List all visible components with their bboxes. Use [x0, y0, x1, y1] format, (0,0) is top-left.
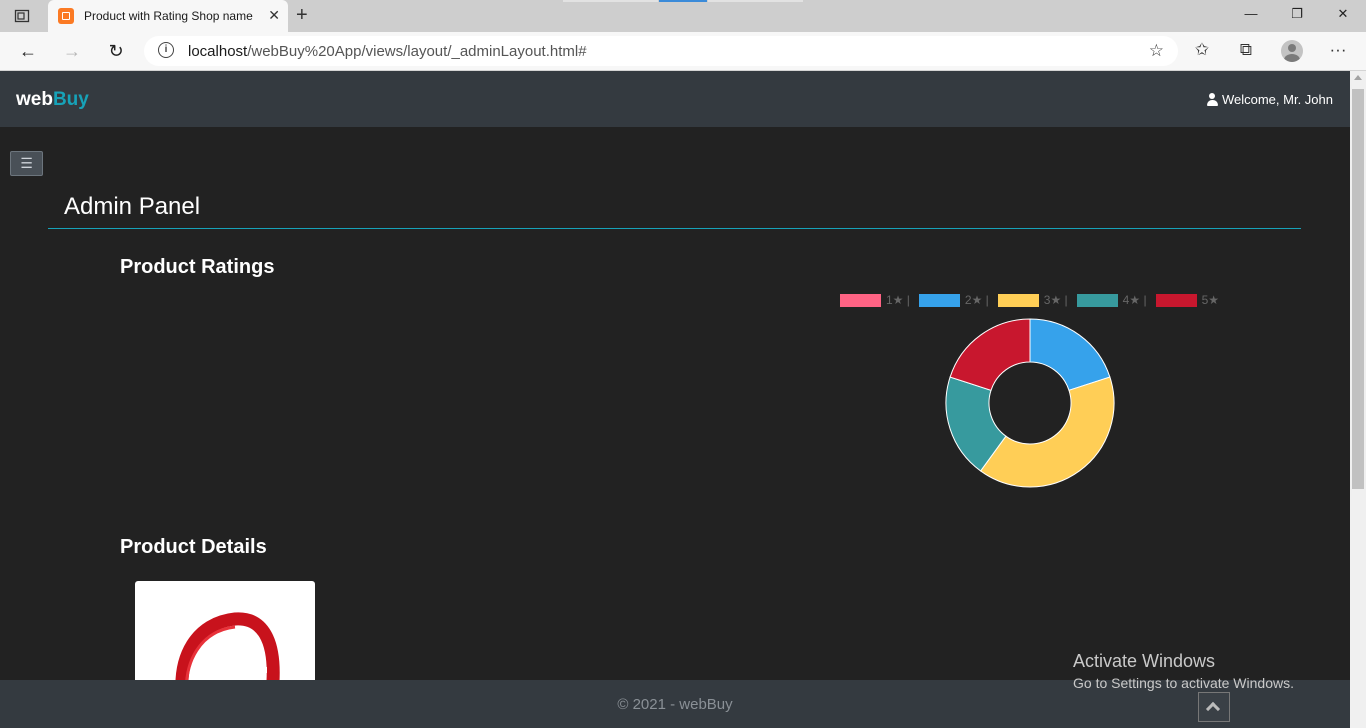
legend-swatch	[1155, 293, 1197, 307]
legend-item[interactable]: 1★ |	[840, 293, 910, 307]
welcome-text: Welcome, Mr. John	[1221, 92, 1333, 107]
url-host: localhost	[188, 43, 248, 60]
profile-avatar-icon[interactable]	[1281, 40, 1303, 62]
tab-close-icon[interactable]: ✕	[268, 7, 280, 23]
legend-label: 2★ |	[964, 293, 989, 307]
copyright-text: © 2021 - webBuy	[617, 696, 733, 713]
hamburger-icon: ☰	[20, 155, 33, 171]
legend-swatch	[840, 293, 881, 307]
welcome-user-link[interactable]: Welcome, Mr. John	[1206, 92, 1333, 107]
web-page: webBuy Welcome, Mr. John ☰ Admin Panel P…	[0, 71, 1350, 728]
back-to-top-button[interactable]	[1198, 692, 1230, 722]
scroll-up-arrow-icon[interactable]	[1354, 75, 1362, 80]
legend-swatch	[918, 293, 960, 307]
legend-label: 1★ |	[886, 293, 910, 307]
refresh-icon[interactable]: ↻	[104, 40, 128, 62]
browser-tab-bar: Product with Rating Shop name ✕ + — ❐ ✕	[0, 0, 1366, 32]
watermark-line-2: Go to Settings to activate Windows.	[1073, 675, 1294, 691]
favorites-icon[interactable]: ✩	[1190, 40, 1214, 60]
more-options-icon[interactable]: ···	[1326, 40, 1350, 60]
brand-logo[interactable]: webBuy	[16, 89, 89, 111]
address-text[interactable]: localhost/webBuy%20App/views/layout/_adm…	[188, 43, 587, 60]
page-title: Admin Panel	[64, 193, 201, 220]
site-info-icon[interactable]: i	[158, 42, 174, 58]
legend-swatch	[997, 293, 1039, 307]
donut-slice[interactable]	[1029, 318, 1111, 391]
window-close-icon[interactable]: ✕	[1320, 6, 1366, 22]
title-divider	[48, 228, 1301, 229]
page-scrollbar[interactable]	[1350, 71, 1366, 728]
url-path: /webBuy%20App/views/layout/_adminLayout.…	[247, 43, 587, 60]
tab-strip-segment	[708, 0, 803, 2]
browser-tab[interactable]: Product with Rating Shop name ✕	[48, 0, 288, 32]
ratings-donut-chart	[945, 318, 1115, 488]
brand-main: web	[16, 89, 53, 110]
windows-activation-watermark: Activate Windows Go to Settings to activ…	[1073, 651, 1294, 691]
address-bar[interactable]: i localhost/webBuy%20App/views/layout/_a…	[144, 36, 1178, 66]
brand-accent: Buy	[52, 89, 89, 110]
restore-icon[interactable]: ❐	[1274, 6, 1320, 22]
chart-legend: 1★ | 2★ | 3★ | 4★ | 5★	[840, 293, 1228, 307]
collections-icon[interactable]: ⧉	[1234, 40, 1258, 60]
tab-strip-segment	[563, 0, 658, 2]
new-tab-icon[interactable]: +	[296, 5, 308, 25]
tab-strip-segment-active	[659, 0, 707, 2]
legend-label: 3★ |	[1043, 293, 1068, 307]
legend-item[interactable]: 4★ |	[1076, 293, 1147, 307]
xampp-favicon-icon	[58, 8, 74, 24]
browser-toolbar: ← → ↻ i localhost/webBuy%20App/views/lay…	[0, 32, 1366, 71]
legend-item[interactable]: 3★ |	[997, 293, 1068, 307]
tab-title: Product with Rating Shop name	[84, 9, 253, 23]
tab-actions-icon[interactable]	[14, 8, 30, 24]
minimize-icon[interactable]: —	[1228, 6, 1274, 21]
legend-label: 4★ |	[1122, 293, 1147, 307]
donut-slice[interactable]	[949, 318, 1031, 391]
legend-label: 5★	[1201, 293, 1219, 307]
legend-item[interactable]: 2★ |	[918, 293, 989, 307]
watermark-line-1: Activate Windows	[1073, 651, 1216, 671]
legend-swatch	[1076, 293, 1118, 307]
sidebar-toggle-button[interactable]: ☰	[10, 151, 43, 176]
legend-item[interactable]: 5★	[1155, 293, 1219, 307]
user-icon	[1206, 93, 1218, 106]
product-ratings-heading: Product Ratings	[120, 256, 275, 278]
back-arrow-icon[interactable]: ←	[16, 40, 40, 62]
scrollbar-thumb[interactable]	[1352, 89, 1364, 489]
site-navbar: webBuy Welcome, Mr. John	[0, 71, 1350, 127]
add-favorite-icon[interactable]: ☆	[1149, 41, 1164, 61]
product-details-heading: Product Details	[120, 536, 267, 558]
forward-arrow-icon[interactable]: →	[60, 40, 84, 62]
